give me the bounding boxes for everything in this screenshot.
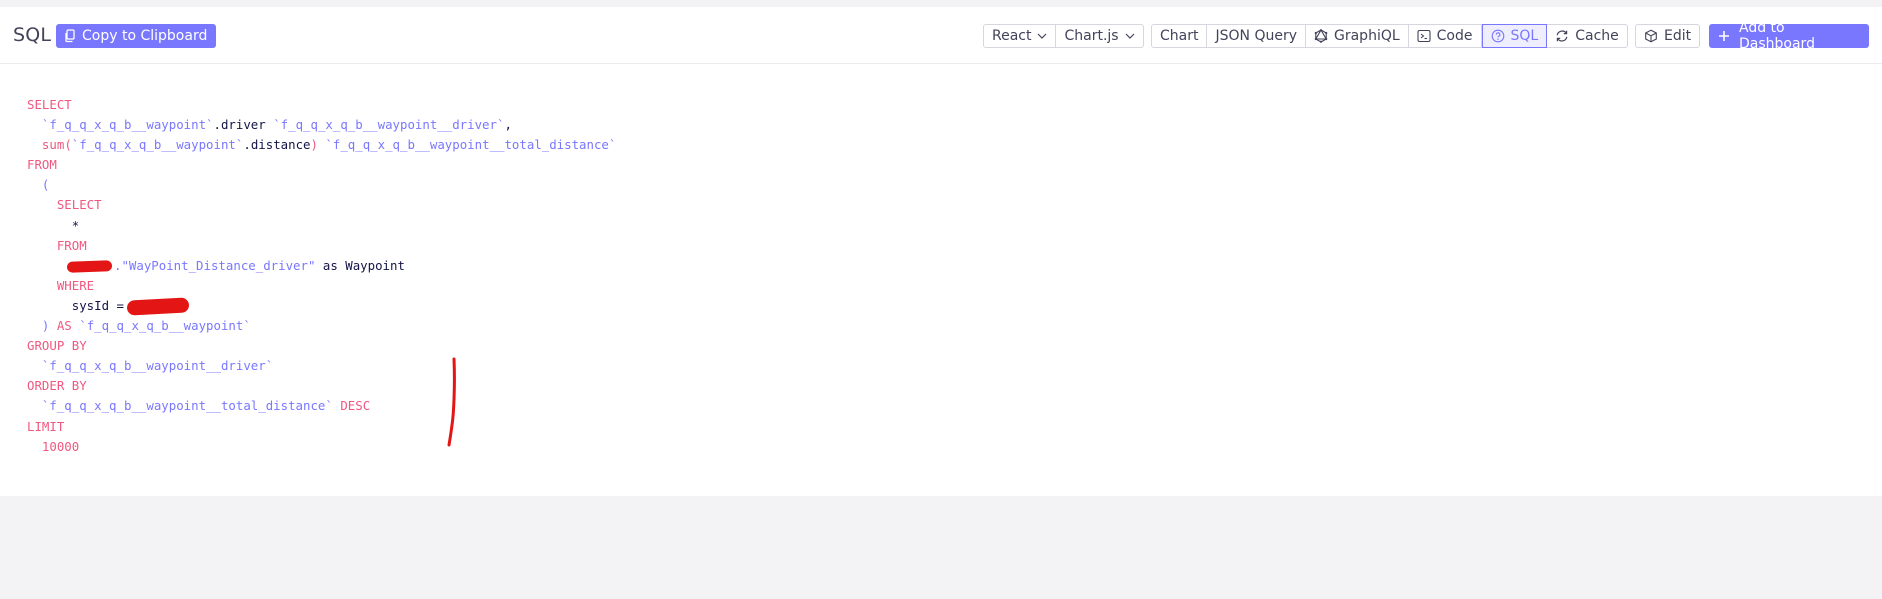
sql-limit-value: 10000 [41, 438, 80, 454]
sql-keyword-limit: LIMIT [27, 418, 65, 434]
redaction-mark [126, 297, 190, 316]
sql-line: 10000 [27, 437, 616, 457]
tab-json-query-label: JSON Query [1215, 28, 1297, 44]
sql-identifier: `f_q_q_x_q_b__waypoint` [71, 137, 244, 153]
sql-alias: `f_q_q_x_q_b__waypoint__driver` [41, 358, 274, 374]
tab-cache[interactable]: Cache [1547, 25, 1627, 47]
edit-button-label: Edit [1664, 28, 1692, 44]
edit-button[interactable]: Edit [1636, 25, 1699, 47]
sql-line: ( [27, 175, 616, 195]
add-to-dashboard-button[interactable]: Add to Dashboard [1709, 20, 1869, 52]
add-to-dashboard-label: Add to Dashboard [1739, 20, 1815, 52]
tab-graphiql-label: GraphiQL [1334, 28, 1400, 44]
tab-code-label: Code [1436, 28, 1473, 44]
copy-to-clipboard-button[interactable]: Copy to Clipboard [56, 24, 217, 48]
sql-line: ) AS `f_q_q_x_q_b__waypoint` [27, 316, 616, 336]
page-title: SQL [13, 24, 52, 46]
cube-icon [1644, 29, 1658, 43]
sql-line: sysId = [27, 296, 616, 316]
sql-punctuation: , [504, 117, 512, 133]
framework-select-value: React [992, 28, 1032, 44]
refresh-icon [1555, 29, 1569, 43]
sql-line: sum(`f_q_q_x_q_b__waypoint`.distance) `f… [27, 135, 616, 155]
top-strip [0, 0, 1882, 7]
sql-line: LIMIT [27, 417, 616, 437]
sql-alias: `f_q_q_x_q_b__waypoint__total_distance` [325, 137, 617, 153]
edit-group: Edit [1635, 24, 1701, 48]
sql-line: ."WayPoint_Distance_driver" as Waypoint [27, 256, 616, 276]
sql-identifier: `f_q_q_x_q_b__waypoint` [41, 117, 214, 133]
sql-punctuation: ) [41, 318, 57, 334]
sql-keyword-from: FROM [27, 157, 57, 173]
graphql-icon [1314, 29, 1328, 43]
sql-keyword-where: WHERE [56, 277, 95, 293]
tab-chart-label: Chart [1160, 28, 1199, 44]
terminal-icon [1417, 29, 1431, 43]
sql-alias: `f_q_q_x_q_b__waypoint` [79, 318, 251, 334]
framework-select-group: React Chart.js [983, 24, 1144, 48]
clipboard-icon [64, 29, 76, 43]
sql-line: GROUP BY [27, 336, 616, 356]
sql-keyword-as: AS [56, 318, 80, 334]
sql-punctuation: ) [310, 137, 326, 153]
plus-icon [1718, 30, 1730, 42]
sql-line: SELECT [27, 95, 616, 115]
chevron-down-icon [1037, 33, 1047, 39]
sql-line: * [27, 216, 616, 236]
sql-keyword-select: SELECT [56, 197, 102, 213]
tab-sql-label: SQL [1510, 28, 1539, 44]
sql-table-name: ."WayPoint_Distance_driver" [114, 257, 316, 273]
sql-keyword-select: SELECT [27, 97, 72, 112]
sql-keyword-order-by: ORDER BY [27, 378, 87, 394]
panel-header: SQL Copy to Clipboard React Chart.js Cha… [0, 7, 1882, 64]
sql-keyword-group-by: GROUP BY [27, 338, 87, 354]
sql-alias: `f_q_q_x_q_b__waypoint__driver` [273, 117, 505, 133]
tab-json-query[interactable]: JSON Query [1207, 25, 1306, 47]
tab-chart[interactable]: Chart [1152, 25, 1208, 47]
library-select-value: Chart.js [1064, 28, 1119, 44]
tab-graphiql[interactable]: GraphiQL [1306, 25, 1409, 47]
sql-column: .distance [243, 137, 311, 153]
tab-cache-label: Cache [1575, 28, 1619, 44]
framework-select[interactable]: React [984, 25, 1057, 47]
tab-code[interactable]: Code [1409, 25, 1482, 47]
sql-column: .driver [213, 117, 274, 133]
sql-line: FROM [27, 236, 616, 256]
library-select[interactable]: Chart.js [1056, 25, 1142, 47]
sql-alias: `f_q_q_x_q_b__waypoint__total_distance` [41, 398, 333, 414]
sql-table-alias: as Waypoint [315, 257, 405, 273]
view-tabs: Chart JSON Query GraphiQL Code SQL Cache [1151, 24, 1628, 48]
red-annotation-line [447, 357, 456, 447]
redaction-mark [66, 259, 113, 273]
sql-line: `f_q_q_x_q_b__waypoint`.driver `f_q_q_x_… [27, 115, 616, 135]
sql-line: ORDER BY [27, 376, 616, 396]
chevron-down-icon [1125, 33, 1135, 39]
sql-keyword-from: FROM [56, 237, 87, 253]
sql-panel: SQL Copy to Clipboard React Chart.js Cha… [0, 7, 1882, 496]
sql-punctuation: ( [64, 137, 72, 153]
question-circle-icon [1491, 29, 1505, 43]
sql-punctuation: ( [41, 177, 50, 193]
copy-to-clipboard-label: Copy to Clipboard [82, 28, 208, 44]
sql-line: `f_q_q_x_q_b__waypoint__total_distance` … [27, 396, 616, 416]
sql-condition: sysId = [71, 297, 124, 313]
sql-line: `f_q_q_x_q_b__waypoint__driver` [27, 356, 616, 376]
sql-line: SELECT [27, 195, 616, 215]
sql-line: FROM [27, 155, 616, 175]
sql-keyword-desc: DESC [332, 398, 371, 414]
sql-function: sum [41, 137, 65, 153]
sql-star: * [71, 217, 80, 233]
sql-code-block: SELECT `f_q_q_x_q_b__waypoint`.driver `f… [27, 95, 616, 457]
sql-line: WHERE [27, 276, 616, 296]
tab-sql[interactable]: SQL [1481, 24, 1548, 48]
